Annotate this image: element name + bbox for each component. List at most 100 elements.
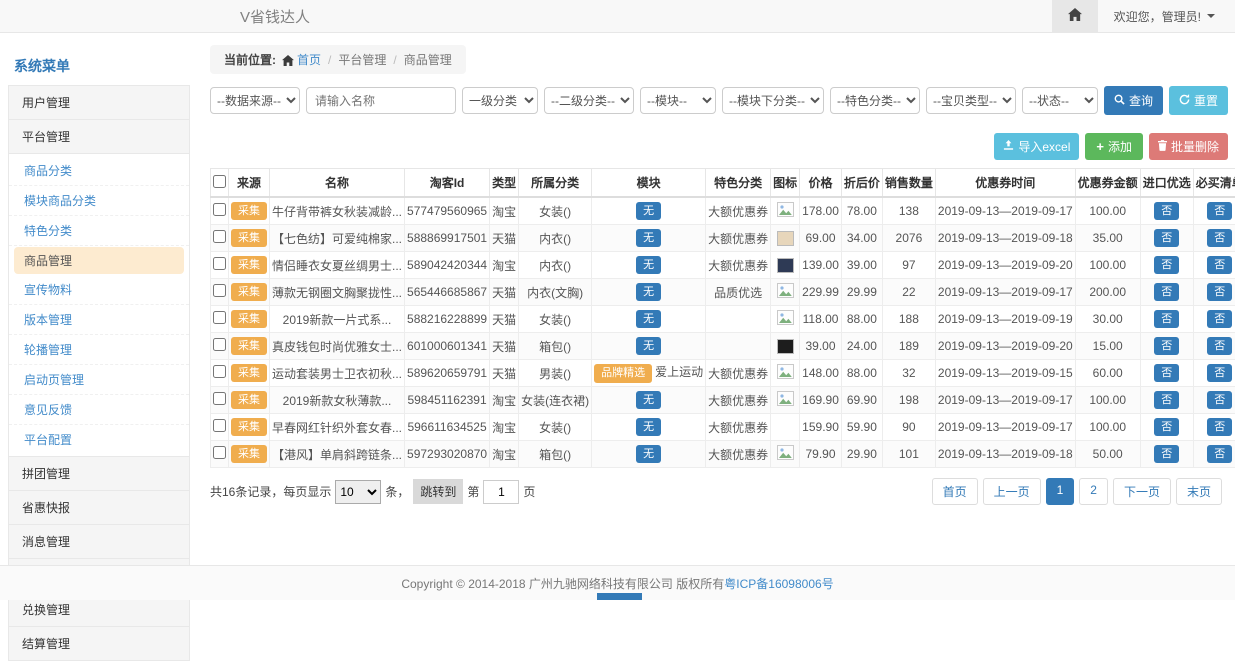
home-button[interactable] (1052, 0, 1098, 32)
cell-feature: 大额优惠券 (706, 225, 771, 252)
import-select-badge[interactable]: 否 (1154, 445, 1179, 463)
plus-icon: + (1096, 139, 1104, 154)
must-buy-badge[interactable]: 否 (1207, 310, 1232, 328)
sidebar-item[interactable]: 轮播管理 (9, 335, 189, 365)
must-buy-badge[interactable]: 否 (1207, 283, 1232, 301)
cell-category: 内衣(文胸) (519, 279, 592, 306)
must-buy-badge[interactable]: 否 (1207, 229, 1232, 247)
sidebar-section[interactable]: 结算管理 (8, 626, 190, 661)
sidebar-item[interactable]: 特色分类 (9, 216, 189, 246)
row-checkbox[interactable] (213, 338, 226, 351)
sidebar-section[interactable]: 消息管理 (8, 524, 190, 559)
must-buy-badge[interactable]: 否 (1207, 337, 1232, 355)
per-page-select[interactable]: 10 (335, 480, 381, 504)
sidebar-section[interactable]: 省惠快报 (8, 490, 190, 525)
must-buy-badge[interactable]: 否 (1207, 418, 1232, 436)
column-header: 所属分类 (519, 169, 592, 198)
must-buy-badge[interactable]: 否 (1207, 445, 1232, 463)
page-button[interactable]: 2 (1079, 478, 1108, 505)
sidebar-item[interactable]: 意见反馈 (9, 395, 189, 425)
batch-delete-button[interactable]: 批量删除 (1149, 133, 1228, 160)
must-buy-badge[interactable]: 否 (1207, 391, 1232, 409)
row-checkbox[interactable] (213, 392, 226, 405)
import-select-badge[interactable]: 否 (1154, 418, 1179, 436)
row-checkbox[interactable] (213, 257, 226, 270)
must-buy-badge[interactable]: 否 (1207, 256, 1232, 274)
import-select-badge[interactable]: 否 (1154, 364, 1179, 382)
module-badge: 无 (636, 202, 661, 220)
bottom-scrollbar-thumb[interactable] (597, 593, 642, 600)
select-all-checkbox[interactable] (213, 175, 226, 188)
column-header: 销售数量 (882, 169, 935, 198)
import-select-badge[interactable]: 否 (1154, 391, 1179, 409)
icp-link[interactable]: 粤ICP备16098006号 (724, 575, 833, 592)
import-select-badge[interactable]: 否 (1154, 310, 1179, 328)
reset-button[interactable]: 重置 (1169, 86, 1228, 115)
sidebar-item[interactable]: 模块商品分类 (9, 186, 189, 216)
row-checkbox[interactable] (213, 365, 226, 378)
filter-select[interactable]: --模块-- (640, 87, 716, 114)
page-button[interactable]: 末页 (1176, 478, 1222, 505)
cell-coupon_time: 2019-09-13—2019-09-17 (935, 414, 1075, 441)
row-checkbox[interactable] (213, 311, 226, 324)
import-select-badge[interactable]: 否 (1154, 229, 1179, 247)
search-button[interactable]: 查询 (1104, 86, 1163, 115)
top-navbar: V省钱达人 欢迎您，管理员! (0, 0, 1235, 33)
filter-select[interactable]: 一级分类 (462, 87, 538, 114)
filter-select[interactable]: --模块下分类-- (722, 87, 824, 114)
app-title: V省钱达人 (240, 6, 310, 27)
source-badge: 采集 (231, 337, 267, 355)
cell-feature: 大额优惠券 (706, 441, 771, 468)
sidebar-section[interactable]: 用户管理 (8, 85, 190, 120)
row-checkbox[interactable] (213, 419, 226, 432)
import-select-badge[interactable]: 否 (1154, 202, 1179, 220)
sidebar-section[interactable]: 拼团管理 (8, 456, 190, 491)
row-checkbox[interactable] (213, 203, 226, 216)
cell-coupon_time: 2019-09-13—2019-09-20 (935, 252, 1075, 279)
filter-name-input[interactable] (306, 87, 456, 114)
cell-discount: 34.00 (841, 225, 882, 252)
column-header: 名称 (270, 169, 405, 198)
search-button-label: 查询 (1129, 92, 1153, 109)
sidebar-item[interactable]: 启动页管理 (9, 365, 189, 395)
product-name: 真皮钱包时尚优雅女士... (270, 333, 405, 360)
breadcrumb-home-link[interactable]: 首页 (297, 53, 321, 67)
cell-price: 159.90 (800, 414, 842, 441)
cell-coupon_amount: 35.00 (1075, 225, 1140, 252)
import-select-badge[interactable]: 否 (1154, 256, 1179, 274)
page-button[interactable]: 首页 (932, 478, 978, 505)
import-select-badge[interactable]: 否 (1154, 337, 1179, 355)
filter-select[interactable]: --状态-- (1022, 87, 1098, 114)
import-excel-button[interactable]: 导入excel (994, 133, 1079, 160)
add-button[interactable]: + 添加 (1085, 133, 1143, 160)
filter-select[interactable]: --特色分类-- (830, 87, 920, 114)
page-button[interactable]: 下一页 (1113, 478, 1171, 505)
row-checkbox[interactable] (213, 230, 226, 243)
row-checkbox[interactable] (213, 446, 226, 459)
must-buy-badge[interactable]: 否 (1207, 202, 1232, 220)
filter-select[interactable]: --宝贝类型-- (926, 87, 1016, 114)
sidebar-section[interactable]: 平台管理 (8, 119, 190, 154)
import-select-badge[interactable]: 否 (1154, 283, 1179, 301)
cell-sales: 32 (882, 360, 935, 387)
source-badge: 采集 (231, 310, 267, 328)
jump-button[interactable]: 跳转到 (413, 479, 463, 504)
filter-select[interactable]: --数据来源-- (210, 87, 300, 114)
column-header: 必买清单 (1193, 169, 1235, 198)
sidebar-item[interactable]: 平台配置 (9, 425, 189, 454)
page-button[interactable]: 上一页 (983, 478, 1041, 505)
user-menu[interactable]: 欢迎您，管理员! (1098, 0, 1235, 32)
sidebar-item[interactable]: 宣传物料 (9, 275, 189, 305)
image-placeholder-icon (777, 314, 794, 328)
cell-discount: 59.90 (841, 414, 882, 441)
jump-page-input[interactable] (483, 480, 519, 504)
sidebar-item[interactable]: 商品分类 (9, 156, 189, 186)
must-buy-badge[interactable]: 否 (1207, 364, 1232, 382)
cell-icon (771, 360, 800, 387)
row-checkbox[interactable] (213, 284, 226, 297)
module-text: 爱上运动 (655, 365, 703, 379)
page-button[interactable]: 1 (1046, 478, 1075, 505)
sidebar-item[interactable]: 商品管理 (14, 247, 184, 274)
filter-select[interactable]: --二级分类-- (544, 87, 634, 114)
sidebar-item[interactable]: 版本管理 (9, 305, 189, 335)
